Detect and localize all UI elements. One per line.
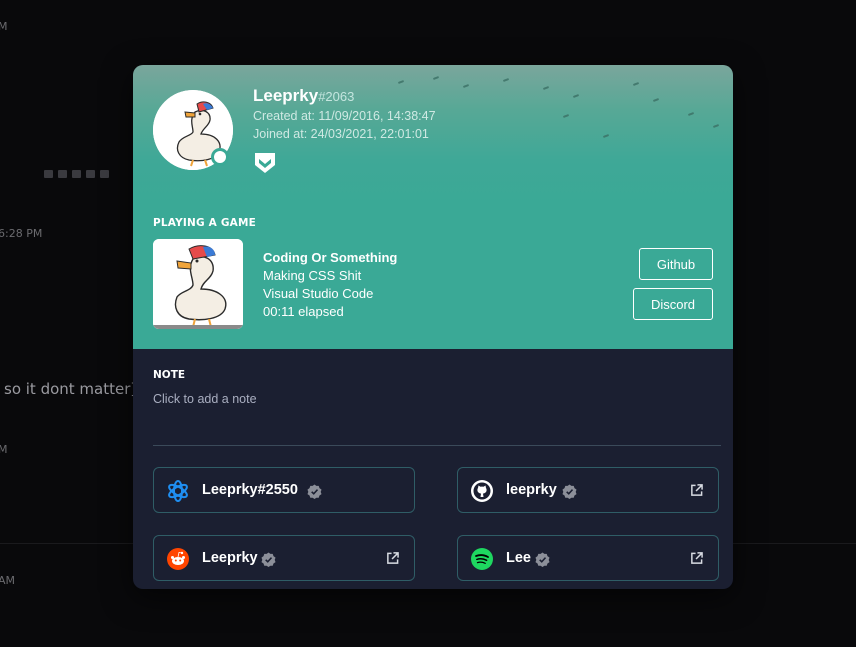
goose-activity-icon	[153, 239, 243, 329]
activity-state: Visual Studio Code	[263, 286, 374, 301]
battlenet-icon	[168, 480, 188, 502]
profile-header: Leeprky#2063 Created at: 11/09/2016, 14:…	[133, 65, 733, 349]
bg-timestamp: M	[0, 443, 8, 456]
username: Leeprky#2063	[253, 86, 354, 106]
activity-elapsed: 00:11 elapsed	[263, 304, 344, 319]
activity-info: Coding Or Something Making CSS Shit Visu…	[263, 249, 397, 321]
verified-icon	[562, 484, 577, 499]
external-link-icon[interactable]	[690, 552, 703, 565]
connection-reddit: Leeprky	[153, 535, 415, 581]
connection-spotify: Lee	[457, 535, 719, 581]
note-heading: NOTE	[153, 369, 186, 381]
connection-battlenet: Leeprky#2550	[153, 467, 415, 513]
activity-details: Making CSS Shit	[263, 268, 362, 283]
verified-icon	[535, 552, 550, 567]
user-profile-popout: Leeprky#2063 Created at: 11/09/2016, 14:…	[133, 65, 733, 589]
bg-embed-icons	[44, 170, 109, 178]
username-discriminator: #2063	[318, 89, 355, 104]
bg-timestamp: 6:28 PM	[0, 227, 43, 240]
hypesquad-icon[interactable]	[253, 151, 277, 175]
verified-icon	[307, 484, 322, 499]
status-indicator	[211, 148, 229, 166]
spotify-icon	[471, 548, 493, 570]
bg-timestamp: AM	[0, 574, 16, 587]
connection-name: leeprky	[506, 482, 557, 498]
username-name: Leeprky	[253, 86, 319, 105]
bg-timestamp: M	[0, 20, 8, 33]
connection-name: Leeprky	[202, 550, 258, 566]
activity-heading: PLAYING A GAME	[153, 217, 257, 229]
divider	[153, 445, 721, 446]
verified-icon	[261, 552, 276, 567]
reddit-icon	[167, 548, 189, 570]
github-button[interactable]: Github	[639, 248, 713, 280]
connection-name: Leeprky#2550	[202, 482, 298, 498]
external-link-icon[interactable]	[690, 484, 703, 497]
note-input[interactable]: Click to add a note	[153, 392, 257, 406]
activity-image	[153, 239, 243, 329]
activity-name: Coding Or Something	[263, 250, 398, 265]
connection-name: Lee	[506, 550, 531, 566]
github-icon	[471, 480, 493, 502]
joined-at: Joined at: 24/03/2021, 22:01:01	[253, 127, 429, 141]
external-link-icon[interactable]	[386, 552, 399, 565]
created-at: Created at: 11/09/2016, 14:38:47	[253, 109, 436, 123]
discord-button[interactable]: Discord	[633, 288, 713, 320]
connection-github: leeprky	[457, 467, 719, 513]
bg-message: so it dont matter]	[4, 380, 137, 398]
